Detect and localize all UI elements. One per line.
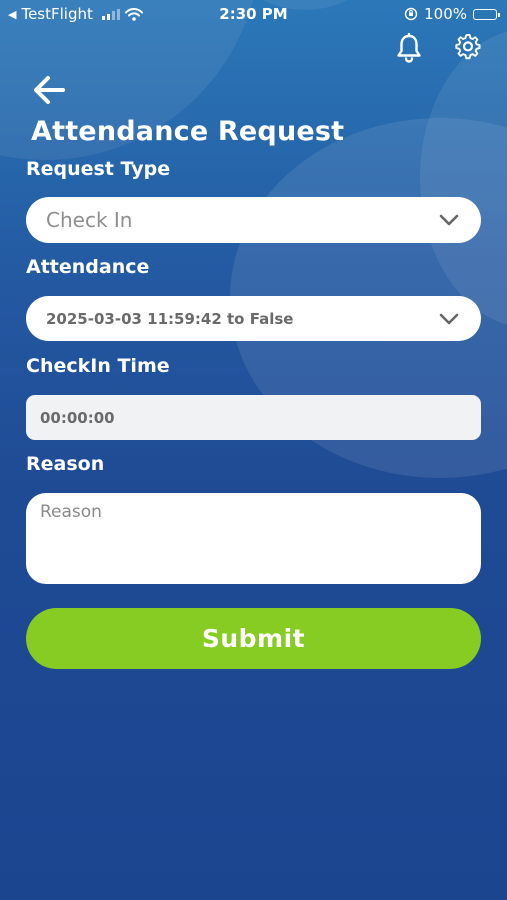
attendance-request-screen: ◀ TestFlight 2:30 PM 100% Attendance Req… [0, 0, 507, 900]
status-right: 100% [404, 5, 500, 23]
status-bar: ◀ TestFlight 2:30 PM 100% [0, 0, 507, 28]
attendance-value: 2025-03-03 11:59:42 to False [46, 309, 294, 328]
background-bubble [420, 28, 507, 328]
attendance-label: Attendance [26, 256, 150, 278]
chevron-down-icon [439, 313, 459, 325]
checkin-time-label: CheckIn Time [26, 355, 170, 377]
submit-button[interactable]: Submit [26, 608, 481, 669]
attendance-select[interactable]: 2025-03-03 11:59:42 to False [26, 296, 481, 341]
request-type-value: Check In [46, 208, 133, 232]
reason-textarea[interactable] [26, 493, 481, 584]
bell-icon[interactable] [394, 33, 424, 63]
page-title: Attendance Request [31, 116, 345, 147]
checkin-time-input[interactable] [26, 395, 481, 440]
request-type-select[interactable]: Check In [26, 197, 481, 243]
gear-icon[interactable] [453, 33, 483, 63]
back-button[interactable] [30, 72, 68, 108]
orientation-lock-icon [404, 7, 418, 21]
battery-icon [473, 8, 500, 20]
battery-percent: 100% [424, 5, 467, 23]
arrow-left-icon [34, 76, 65, 104]
request-type-label: Request Type [26, 158, 171, 180]
chevron-down-icon [439, 214, 459, 226]
reason-label: Reason [26, 453, 105, 475]
